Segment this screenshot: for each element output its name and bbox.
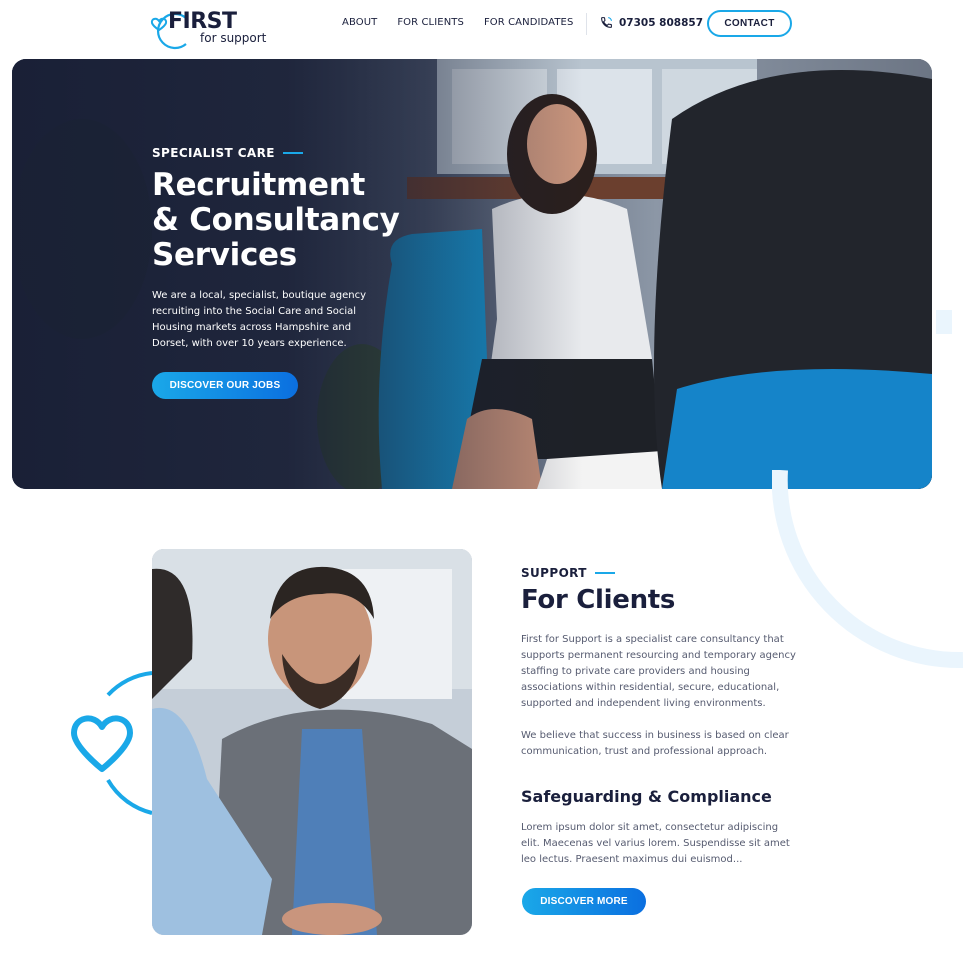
phone-number: 07305 808857 — [619, 16, 704, 29]
phone-icon — [601, 17, 612, 28]
nav-divider — [586, 13, 587, 35]
safeguarding-heading: Safeguarding & Compliance — [521, 787, 772, 806]
handshake-photo — [152, 549, 472, 935]
phone-link[interactable]: 07305 808857 — [600, 16, 703, 29]
hero-overlay — [12, 59, 932, 489]
safeguarding-paragraph: Lorem ipsum dolor sit amet, consectetur … — [521, 822, 790, 865]
hero-eyebrow: SPECIALIST CARE — [152, 146, 303, 160]
hero-title-line: & Consultancy — [152, 202, 400, 238]
nav-for-clients[interactable]: FOR CLIENTS — [397, 17, 464, 28]
main-nav: ABOUT FOR CLIENTS FOR CANDIDATES — [342, 17, 573, 28]
contact-button[interactable]: CONTACT — [707, 10, 792, 37]
eyebrow-dash — [282, 152, 303, 154]
logo-tagline: for support — [200, 31, 267, 45]
discover-more-button[interactable]: DISCOVER MORE — [522, 888, 646, 915]
clients-eyebrow: SUPPORT — [521, 566, 615, 580]
eyebrow-dash — [594, 572, 615, 574]
decorative-bar — [936, 310, 952, 334]
nav-for-candidates[interactable]: FOR CANDIDATES — [484, 17, 573, 28]
hero-banner: SPECIALIST CARE Recruitment & Consultanc… — [12, 59, 932, 489]
hero-title-line: Services — [152, 237, 297, 273]
hero-title: Recruitment & Consultancy Services — [152, 168, 432, 273]
clients-eyebrow-text: SUPPORT — [521, 566, 587, 580]
clients-paragraph-2: We believe that success in business is b… — [521, 730, 789, 757]
clients-photo — [152, 549, 472, 935]
heart-icon — [71, 671, 153, 815]
hero-eyebrow-text: SPECIALIST CARE — [152, 146, 275, 160]
hero-description: We are a local, specialist, boutique age… — [152, 290, 367, 349]
clients-title: For Clients — [521, 585, 676, 615]
discover-jobs-button[interactable]: DISCOVER OUR JOBS — [152, 372, 298, 399]
decorative-arc — [772, 470, 963, 669]
nav-about[interactable]: ABOUT — [342, 17, 377, 28]
clients-paragraph-1: First for Support is a specialist care c… — [521, 634, 796, 709]
hero-title-line: Recruitment — [152, 167, 365, 203]
logo[interactable]: FIRST for support — [150, 4, 275, 50]
site-header: FIRST for support ABOUT FOR CLIENTS FOR … — [0, 0, 963, 50]
